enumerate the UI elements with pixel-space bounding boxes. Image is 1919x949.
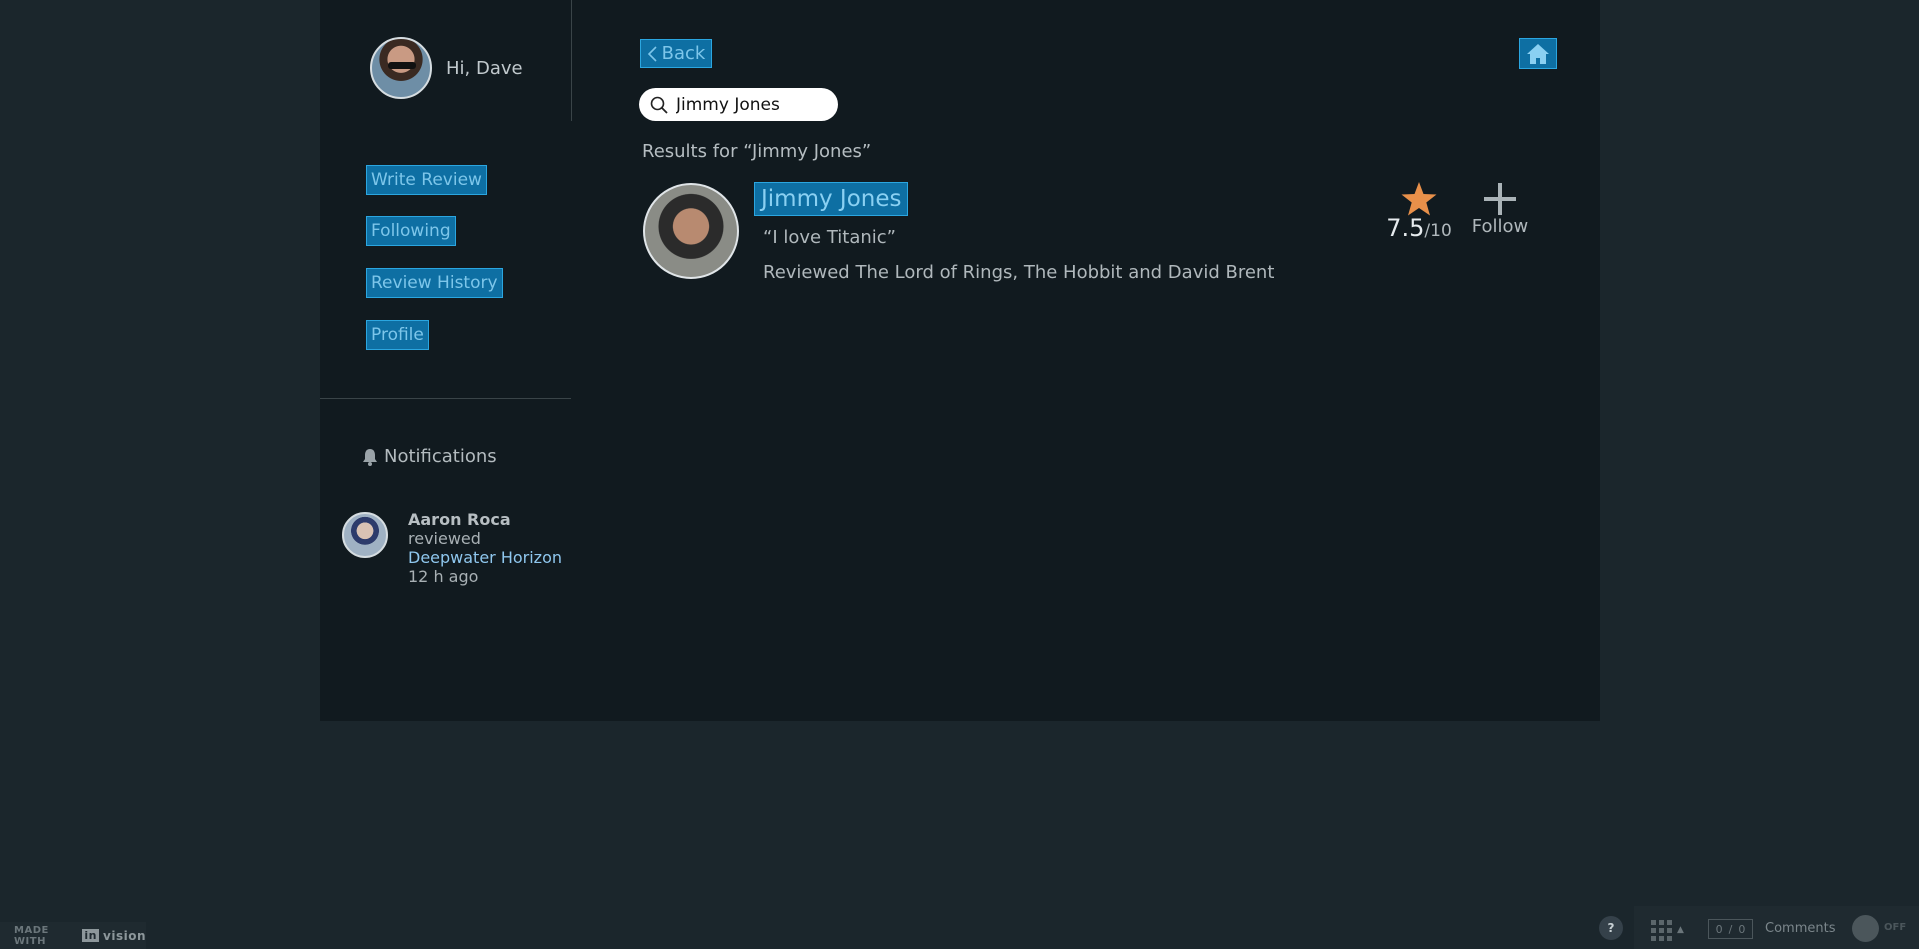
result-quote: “I love Titanic” — [763, 227, 896, 248]
search-box[interactable] — [639, 88, 838, 121]
notification-target-link[interactable]: Deepwater Horizon — [408, 548, 562, 567]
made-with-invision-badge[interactable]: MADE WITH in vision — [0, 922, 146, 949]
app-panel: Hi, Dave Write Review Following Review H… — [320, 0, 1600, 721]
sidebar-divider — [320, 398, 571, 399]
counter-slash: / — [1728, 922, 1733, 936]
home-button[interactable] — [1519, 38, 1557, 69]
bell-icon — [363, 448, 377, 466]
results-heading: Results for “Jimmy Jones” — [642, 141, 872, 162]
result-reviewed-list: Reviewed The Lord of Rings, The Hobbit a… — [763, 262, 1275, 283]
grid-menu-icon[interactable] — [1651, 920, 1673, 942]
home-icon — [1527, 43, 1549, 64]
comments-label[interactable]: Comments — [1765, 921, 1835, 936]
sidebar: Hi, Dave Write Review Following Review H… — [320, 0, 572, 721]
counter-right: 0 — [1738, 922, 1746, 936]
review-history-button[interactable]: Review History — [366, 268, 503, 298]
made-with-label: MADE WITH — [14, 924, 49, 947]
plus-icon — [1484, 183, 1516, 215]
result-avatar[interactable] — [643, 183, 739, 279]
rating-denominator: /10 — [1424, 221, 1452, 241]
toggle-knob — [1852, 915, 1879, 942]
star-icon — [1401, 182, 1437, 216]
back-button[interactable]: Back — [640, 39, 712, 68]
search-input[interactable] — [676, 94, 826, 115]
profile-button[interactable]: Profile — [366, 320, 429, 350]
notifications-heading: Notifications — [362, 446, 497, 467]
chevron-left-icon — [647, 45, 657, 62]
counter-left: 0 — [1715, 922, 1723, 936]
notification-action: reviewed — [408, 529, 481, 548]
following-button[interactable]: Following — [366, 216, 456, 246]
help-button[interactable]: ? — [1599, 916, 1623, 940]
invision-logo-vision: vision — [103, 928, 146, 943]
notification-user-name[interactable]: Aaron Roca — [408, 510, 562, 529]
notification-time: 12 h ago — [408, 567, 479, 586]
follow-label: Follow — [1471, 216, 1529, 237]
result-rating: 7.5/10 — [1384, 181, 1454, 242]
back-label: Back — [661, 43, 706, 64]
write-review-button[interactable]: Write Review — [366, 165, 487, 195]
caret-up-icon[interactable]: ▲ — [1677, 925, 1684, 935]
rating-score: 7.5 — [1386, 214, 1425, 242]
result-name-button[interactable]: Jimmy Jones — [754, 182, 909, 216]
search-icon — [650, 96, 668, 114]
comments-toggle[interactable]: OFF — [1852, 915, 1908, 942]
toggle-label: OFF — [1884, 922, 1907, 933]
notification-avatar[interactable] — [342, 512, 388, 558]
follow-button[interactable]: Follow — [1467, 181, 1533, 237]
user-block: Hi, Dave — [320, 0, 572, 121]
rating-value: 7.5/10 — [1384, 214, 1454, 242]
invision-logo-in: in — [82, 929, 100, 942]
comment-counter: 0 / 0 — [1708, 919, 1753, 939]
user-avatar[interactable] — [370, 37, 432, 99]
greeting: Hi, Dave — [446, 58, 523, 79]
notifications-title: Notifications — [384, 446, 497, 467]
notification-item: Aaron Roca reviewed Deepwater Horizon 12… — [408, 510, 562, 586]
